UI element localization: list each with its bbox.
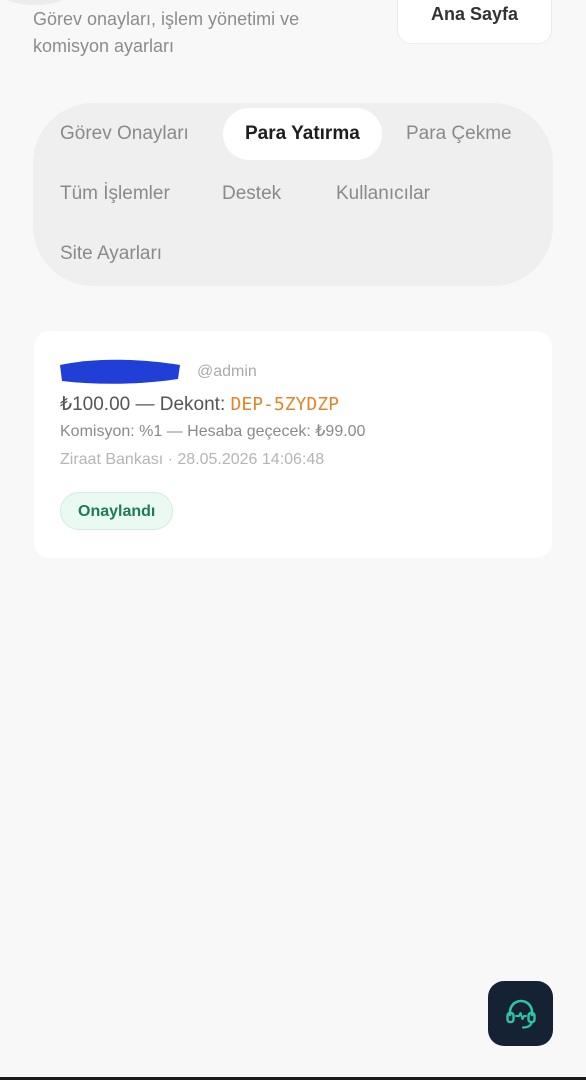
deposit-meta: Ziraat Bankası · 28.05.2026 14:06:48	[60, 451, 325, 468]
page-subtitle: Görev onayları, işlem yönetimi ve komisy…	[33, 9, 300, 56]
support-chat-button[interactable]	[488, 981, 553, 1046]
deposit-user-line: I s @admin	[60, 359, 360, 384]
admin-tabs: Görev Onayları Para Yatırma Para Çekme T…	[33, 103, 553, 286]
tab-site-settings[interactable]: Site Ayarları	[60, 228, 162, 280]
tab-support[interactable]: Destek	[222, 168, 281, 220]
deposit-card: I s @admin ₺100.00 — Dekont: DEP-5ZYDZP …	[34, 331, 552, 558]
home-button[interactable]: Ana Sayfa	[397, 0, 552, 44]
tab-task-approvals[interactable]: Görev Onayları	[60, 108, 189, 160]
tab-withdrawals[interactable]: Para Çekme	[406, 108, 512, 160]
headset-icon	[505, 999, 536, 1029]
tab-deposits[interactable]: Para Yatırma	[223, 108, 382, 160]
redaction-mark	[60, 359, 180, 384]
deposit-amount-line: ₺100.00 — Dekont: DEP-5ZYDZP	[60, 392, 339, 418]
deposit-commission: Komisyon: %1 — Hesaba geçecek: ₺99.00	[60, 423, 366, 440]
top-decoration	[0, 0, 80, 5]
tab-users[interactable]: Kullanıcılar	[336, 168, 430, 220]
status-badge: Onaylandı	[60, 492, 174, 530]
receipt-code[interactable]: DEP-5ZYDZP	[231, 394, 339, 415]
deposit-user-handle: @admin	[197, 363, 257, 380]
deposit-amount: ₺100.00 — Dekont:	[60, 394, 231, 415]
tab-all-transactions[interactable]: Tüm İşlemler	[60, 168, 170, 220]
